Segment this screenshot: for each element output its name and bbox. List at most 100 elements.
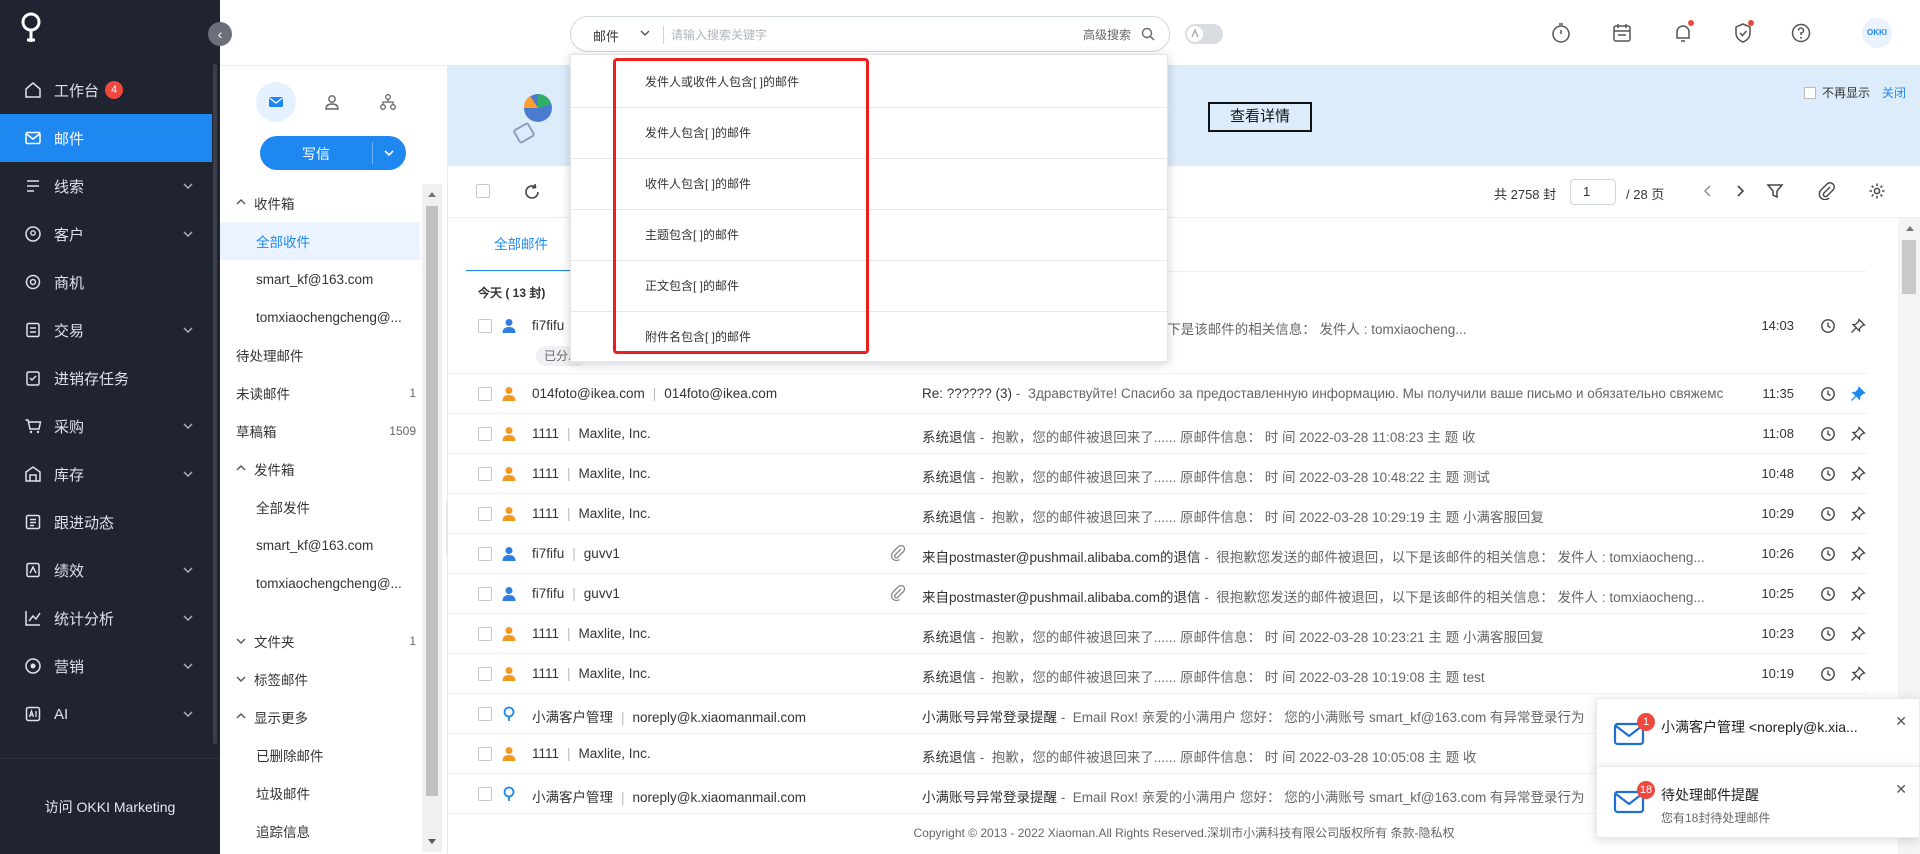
folder-item[interactable]: smart_kf@163.com xyxy=(220,526,420,564)
nav-item-13[interactable]: AI xyxy=(0,690,212,738)
chevron-up-icon[interactable] xyxy=(234,196,248,210)
scroll-down-icon[interactable] xyxy=(427,838,437,846)
search-scope-select[interactable]: 邮件 xyxy=(593,26,619,45)
row-checkbox[interactable] xyxy=(478,627,492,641)
email-subject[interactable]: 系统退信 - 抱歉，您的邮件被退回来了...... 原邮件信息： 时 间 202… xyxy=(922,666,1742,686)
row-checkbox[interactable] xyxy=(478,427,492,441)
folder-item[interactable]: 追踪信息 xyxy=(220,812,420,850)
nav-item-0[interactable]: 工作台 4 xyxy=(0,66,212,114)
clock-icon[interactable] xyxy=(1820,426,1836,445)
pin-icon[interactable] xyxy=(1850,626,1866,645)
close-icon[interactable]: ✕ xyxy=(1895,713,1907,730)
nav-item-8[interactable]: 库存 xyxy=(0,450,212,498)
refresh-icon[interactable] xyxy=(522,182,542,205)
clock-icon[interactable] xyxy=(1820,466,1836,485)
nav-item-7[interactable]: 采购 xyxy=(0,402,212,450)
email-row[interactable]: 1111 | Maxlite, Inc. 系统退信 - 抱歉，您的邮件被退回来了...… xyxy=(448,454,1868,494)
folder-item[interactable]: 未读邮件 1 xyxy=(220,374,420,412)
chevron-down-icon[interactable] xyxy=(382,146,396,163)
email-subject[interactable]: 系统退信 - 抱歉，您的邮件被退回来了...... 原邮件信息： 时 间 202… xyxy=(922,626,1742,646)
folder-item[interactable]: 全部发件 xyxy=(220,488,420,526)
clock-icon[interactable] xyxy=(1820,318,1836,337)
filter-icon[interactable] xyxy=(1766,182,1784,203)
pin-icon[interactable] xyxy=(1850,586,1866,605)
timer-icon[interactable] xyxy=(1548,20,1574,46)
pin-icon[interactable] xyxy=(1850,666,1866,685)
folder-group[interactable]: 显示更多 xyxy=(220,698,420,736)
app-logo-icon[interactable] xyxy=(18,12,44,46)
bell-icon[interactable] xyxy=(1670,20,1696,46)
email-subject[interactable]: 来自postmaster@pushmail.alibaba.com的退信 - 很… xyxy=(922,546,1742,566)
page-input[interactable]: 1 xyxy=(1570,179,1616,205)
chevron-down-icon[interactable] xyxy=(234,672,248,686)
clock-icon[interactable] xyxy=(1820,586,1836,605)
help-icon[interactable] xyxy=(1788,20,1814,46)
pin-icon[interactable] xyxy=(1850,386,1866,405)
folder-item[interactable]: smart_kf@163.com xyxy=(220,260,420,298)
nav-item-11[interactable]: 统计分析 xyxy=(0,594,212,642)
pin-icon[interactable] xyxy=(1850,506,1866,525)
clock-icon[interactable] xyxy=(1820,506,1836,525)
nav-item-2[interactable]: 线索 xyxy=(0,162,212,210)
okki-marketing-link[interactable]: 访问 OKKI Marketing xyxy=(0,758,220,854)
ai-toggle-switch[interactable] xyxy=(1185,24,1223,44)
email-subject[interactable]: Re: ?????? (3) - Здравствуйте! Спасибо з… xyxy=(922,386,1742,401)
select-all-checkbox[interactable] xyxy=(476,184,490,198)
email-row[interactable]: 1111 | Maxlite, Inc. 系统退信 - 抱歉，您的邮件被退回来了...… xyxy=(448,654,1868,694)
clock-icon[interactable] xyxy=(1820,666,1836,685)
folder-item[interactable]: 垃圾邮件 xyxy=(220,774,420,812)
row-checkbox[interactable] xyxy=(478,787,492,801)
folder-item[interactable]: 待处理邮件 xyxy=(220,336,420,374)
folder-item[interactable]: tomxiaochengcheng@... xyxy=(220,564,420,602)
row-checkbox[interactable] xyxy=(478,587,492,601)
pin-icon[interactable] xyxy=(1850,546,1866,565)
prev-page-icon[interactable] xyxy=(1700,182,1716,203)
folder-group[interactable]: 标签邮件 xyxy=(220,660,420,698)
email-subject[interactable]: 系统退信 - 抱歉，您的邮件被退回来了...... 原邮件信息： 时 间 202… xyxy=(922,466,1742,486)
mail-tab-icon[interactable] xyxy=(256,82,296,122)
row-checkbox[interactable] xyxy=(478,747,492,761)
nav-item-4[interactable]: 商机 xyxy=(0,258,212,306)
tab-all-mail[interactable]: 全部邮件 xyxy=(466,218,576,272)
notification-toast[interactable]: 1 小满客户管理 <noreply@k.xia... ✕ xyxy=(1596,698,1920,770)
chevron-down-icon[interactable] xyxy=(639,27,651,42)
scroll-up-icon[interactable] xyxy=(427,190,437,198)
nav-item-1[interactable]: 邮件 xyxy=(0,114,212,162)
nav-item-10[interactable]: 绩效 xyxy=(0,546,212,594)
view-details-button[interactable]: 查看详情 xyxy=(1208,102,1312,132)
scrollbar-thumb[interactable] xyxy=(426,206,438,796)
scroll-up-icon[interactable] xyxy=(1905,224,1915,232)
email-row[interactable]: fi7fifu | guvv1 来自postmaster@pushmail.aliba… xyxy=(448,534,1868,574)
folder-item[interactable]: 全部收件 xyxy=(220,222,420,260)
next-page-icon[interactable] xyxy=(1732,182,1748,203)
email-subject[interactable]: 系统退信 - 抱歉，您的邮件被退回来了...... 原邮件信息： 时 间 202… xyxy=(922,506,1742,526)
compose-button[interactable]: 写信 xyxy=(260,136,406,170)
compose-label[interactable]: 写信 xyxy=(260,144,372,164)
folder-group[interactable]: 收件箱 xyxy=(220,184,420,222)
pin-icon[interactable] xyxy=(1850,318,1866,337)
folder-item[interactable]: 已删除邮件 xyxy=(220,736,420,774)
banner-close-link[interactable]: 关闭 xyxy=(1882,84,1906,101)
user-avatar[interactable]: OKKI xyxy=(1862,18,1892,48)
nav-item-5[interactable]: 交易 xyxy=(0,306,212,354)
clock-icon[interactable] xyxy=(1820,546,1836,565)
pin-icon[interactable] xyxy=(1850,466,1866,485)
row-checkbox[interactable] xyxy=(478,667,492,681)
row-checkbox[interactable] xyxy=(478,547,492,561)
advanced-search-link[interactable]: 高级搜索 xyxy=(1083,26,1131,43)
close-icon[interactable]: ✕ xyxy=(1895,781,1907,798)
pin-icon[interactable] xyxy=(1850,426,1866,445)
row-checkbox[interactable] xyxy=(478,467,492,481)
email-row[interactable]: 1111 | Maxlite, Inc. 系统退信 - 抱歉，您的邮件被退回来了...… xyxy=(448,414,1868,454)
email-row[interactable]: 014foto@ikea.com | 014foto@ikea.com Re: ???… xyxy=(448,374,1868,414)
search-icon[interactable] xyxy=(1141,27,1155,44)
shield-icon[interactable] xyxy=(1730,20,1756,46)
chevron-down-icon[interactable] xyxy=(234,634,248,648)
folder-group[interactable]: 发件箱 xyxy=(220,450,420,488)
nav-item-9[interactable]: 跟进动态 xyxy=(0,498,212,546)
clock-icon[interactable] xyxy=(1820,626,1836,645)
chevron-up-icon[interactable] xyxy=(234,462,248,476)
email-subject[interactable]: 来自postmaster@pushmail.alibaba.com的退信 - 很… xyxy=(922,586,1742,606)
nav-scrollbar[interactable] xyxy=(213,64,217,744)
nav-item-12[interactable]: 营销 xyxy=(0,642,212,690)
